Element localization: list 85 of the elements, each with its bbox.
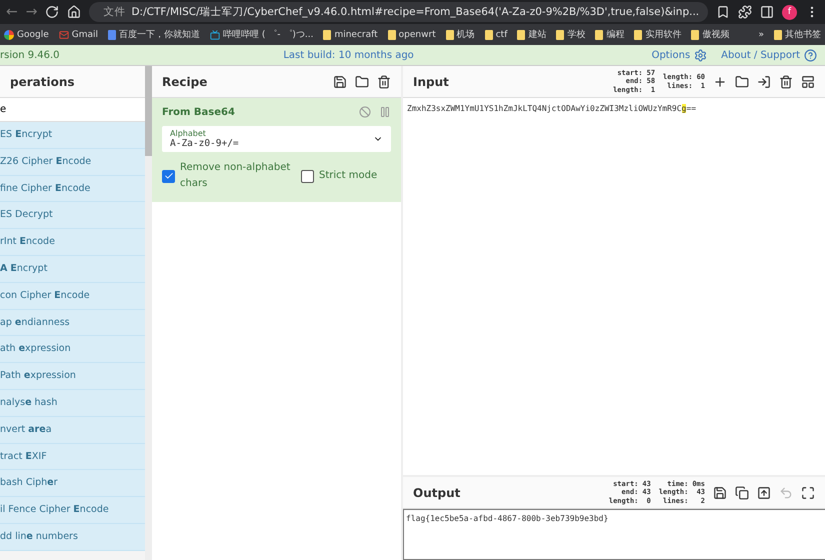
operation-item[interactable]: Z26 Cipher Encode	[0, 148, 145, 176]
folder-icon	[484, 30, 493, 40]
operation-item[interactable]: dd line numbers	[0, 524, 145, 551]
operation-item[interactable]: Path expression	[0, 363, 145, 390]
folder-icon	[517, 30, 526, 40]
about-link[interactable]: About / Support	[721, 48, 817, 62]
bookmark-item[interactable]: openwrt	[388, 30, 436, 40]
trash-icon[interactable]	[377, 74, 391, 88]
scrollbar-thumb[interactable]	[145, 66, 152, 156]
save-icon[interactable]	[333, 74, 347, 88]
bookmark-item[interactable]: 机场	[446, 28, 475, 41]
address-bar[interactable]: 文件 D:/CTF/MISC/瑞士军刀/CyberChef_v9.46.0.html#recipe=From_Base64('A-Za-z0-9%2B/%3D',true,false)&inp...	[89, 2, 708, 22]
bookmark-icon[interactable]	[716, 5, 730, 19]
puzzle-icon[interactable]	[738, 5, 752, 19]
folder-icon	[595, 30, 604, 40]
folder-icon[interactable]	[735, 74, 749, 88]
folder-icon	[774, 30, 782, 40]
folder-icon[interactable]	[355, 74, 369, 88]
bookmark-item[interactable]: 百度一下，你就知道	[108, 28, 200, 41]
operation-item[interactable]: A Encrypt	[0, 256, 145, 283]
layout-icon[interactable]	[801, 74, 815, 88]
settings-icon	[694, 48, 708, 62]
operation-item[interactable]: bash Cipher	[0, 470, 145, 498]
panel-title: Recipe	[162, 74, 208, 88]
build-text: Last build: 10 months ago	[282, 50, 415, 60]
more-bookmarks[interactable]: »	[758, 30, 764, 40]
folder-icon	[388, 30, 396, 40]
alphabet-dropdown[interactable]: Alphabet A-Za-z0-9+/=	[162, 126, 391, 152]
options-link[interactable]: Options	[652, 48, 708, 62]
side-panel-icon[interactable]	[760, 5, 774, 19]
google-icon	[4, 30, 14, 40]
input-text[interactable]: ZmxhZ3sxZWM1YmU1YS1hZmJkLTQ4NjctODAwYi0zZWI3MzliOWUzYmR9Cg==	[403, 98, 825, 119]
version-text: rsion 9.46.0	[0, 50, 60, 60]
operation-item[interactable]: rInt Encode	[0, 229, 145, 256]
import-icon[interactable]	[757, 74, 771, 88]
operation-item[interactable]: tract EXIF	[0, 444, 145, 470]
bookmark-item[interactable]: 傲视频	[691, 28, 730, 41]
operation-item[interactable]: ap endianness	[0, 310, 145, 336]
help-icon	[804, 48, 817, 62]
bookmark-item[interactable]: 哔哩哔哩 ( ゜- ゜)つ...	[210, 28, 314, 41]
operation-item[interactable]: ES Encrypt	[0, 122, 145, 149]
folder-icon	[556, 30, 564, 40]
replace-input-icon[interactable]	[757, 486, 771, 500]
url-text: D:/CTF/MISC/瑞士军刀/CyberChef_v9.46.0.html#recipe=From_Base64('A-Za-z0-9%2B/%3D',true,false)&inp...	[131, 5, 700, 19]
scheme-label: 文件	[103, 5, 126, 19]
reload-icon[interactable]	[45, 5, 60, 19]
bookmark-item[interactable]: 建站	[517, 28, 546, 41]
operation-item[interactable]: ES Decrypt	[0, 202, 145, 230]
folder-icon	[446, 30, 454, 40]
output-text: flag{1ec5be5a-afbd-4867-800b-3eb739b9e3bd}	[403, 509, 825, 560]
panel-title: Output	[413, 486, 460, 500]
panel-title: Input	[413, 74, 449, 88]
panel-title: perations	[10, 74, 75, 88]
profile-avatar[interactable]: f	[782, 4, 797, 20]
home-icon[interactable]	[67, 5, 82, 19]
operation-item[interactable]: fine Cipher Encode	[0, 176, 145, 202]
mail-icon	[58, 30, 69, 40]
search-field[interactable]: e	[0, 98, 145, 122]
operation-name: From Base64	[162, 106, 235, 118]
bookmark-item[interactable]: ctf	[484, 30, 508, 40]
folder-icon	[691, 30, 700, 40]
operation-item[interactable]: ath expression	[0, 336, 145, 364]
operation-item[interactable]: nalyse hash	[0, 390, 145, 417]
option-checkbox[interactable]: Strict mode	[301, 168, 391, 184]
bookmark-item[interactable]: 学校	[556, 28, 586, 41]
bookmark-item[interactable]: 编程	[595, 28, 624, 41]
folder-icon	[634, 30, 642, 40]
bookmark-item[interactable]: Google	[4, 30, 49, 40]
bookmark-item[interactable]: minecraft	[323, 30, 378, 40]
operation-item[interactable]: nvert area	[0, 416, 145, 444]
operation-item[interactable]: con Cipher Encode	[0, 282, 145, 310]
operation-item[interactable]: il Fence Cipher Encode	[0, 497, 145, 524]
maximize-icon[interactable]	[801, 486, 815, 500]
bookmark-item[interactable]: 其他书签	[774, 28, 821, 41]
copy-icon[interactable]	[735, 486, 749, 500]
tv-icon	[210, 30, 220, 40]
folder-icon	[323, 30, 332, 40]
save-icon[interactable]	[713, 486, 727, 500]
bookmark-item[interactable]: Gmail	[58, 30, 98, 40]
back-button[interactable]: ←	[6, 4, 18, 20]
forward-button[interactable]: →	[26, 4, 38, 20]
plus-icon[interactable]	[713, 74, 727, 88]
bookmark-item[interactable]: 实用软件	[634, 28, 682, 41]
trash-icon[interactable]	[779, 74, 793, 88]
option-checkbox[interactable]: Remove non-alphabet chars	[162, 160, 292, 192]
